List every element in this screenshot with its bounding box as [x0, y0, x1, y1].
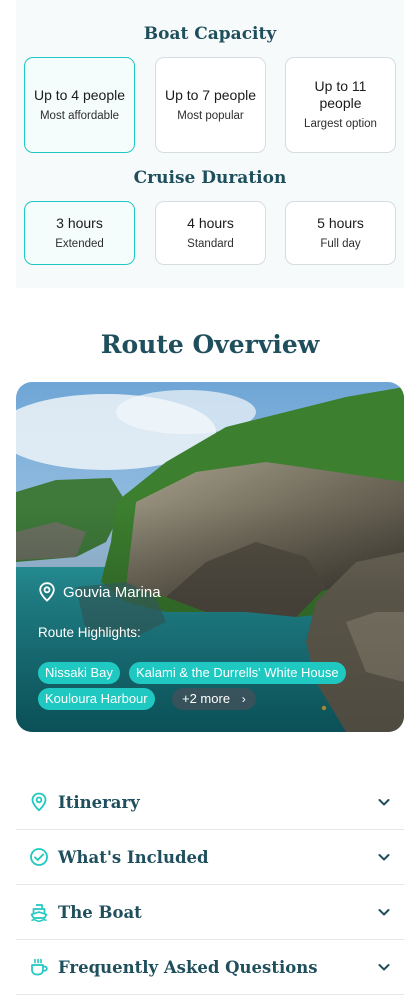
accordion-label: What's Included [58, 847, 209, 867]
accordion-faq[interactable]: Frequently Asked Questions [16, 940, 404, 995]
boat-icon [28, 901, 50, 923]
start-location-label: Gouvia Marina [63, 583, 161, 601]
accordion-itinerary[interactable]: Itinerary [16, 775, 404, 830]
chevron-down-icon [378, 799, 390, 806]
map-pin-icon [39, 582, 55, 602]
capacity-option-sub: Most popular [177, 109, 244, 122]
capacity-option-sub: Most affordable [39, 109, 120, 122]
accordion-whats-included[interactable]: What's Included [16, 830, 404, 885]
capacity-option-sub: Largest option [304, 118, 377, 130]
capacity-option-main: Up to 4 people [33, 86, 126, 103]
highlight-chip-kouloura-harbour[interactable]: Kouloura Harbour [38, 688, 155, 710]
duration-option-sub: Full day [320, 237, 361, 250]
more-highlights-label: +2 more [182, 691, 231, 706]
duration-option-4h[interactable]: 4 hours Standard [155, 201, 266, 265]
duration-option-5h[interactable]: 5 hours Full day [285, 201, 396, 265]
accordion-label: Itinerary [58, 792, 140, 812]
boat-capacity-heading: Boat Capacity [143, 24, 277, 44]
route-highlights-label: Route Highlights: [38, 625, 141, 640]
route-overview-title: Route Overview [100, 330, 320, 359]
duration-option-main: 3 hours [56, 214, 103, 231]
capacity-option-4[interactable]: Up to 4 people Most affordable [24, 57, 135, 153]
capacity-option-7[interactable]: Up to 7 people Most popular [155, 57, 266, 153]
duration-option-sub: Standard [187, 237, 234, 250]
coffee-cup-icon [28, 956, 50, 978]
accordion-label: Frequently Asked Questions [58, 957, 318, 977]
check-circle-icon [28, 846, 50, 868]
chevron-down-icon [378, 964, 390, 971]
chevron-down-icon [378, 909, 390, 916]
highlight-chip-kalami[interactable]: Kalami & the Durrells' White House [129, 662, 346, 684]
more-highlights-button[interactable]: +2 more › [172, 688, 256, 710]
map-pin-icon [28, 791, 50, 813]
highlight-chip-nissaki-bay[interactable]: Nissaki Bay [38, 662, 120, 684]
chevron-right-icon: › [241, 692, 246, 706]
route-hero-image: Gouvia Marina Route Highlights: Nissaki … [16, 382, 404, 732]
accordion-the-boat[interactable]: The Boat [16, 885, 404, 940]
duration-option-3h[interactable]: 3 hours Extended [24, 201, 135, 265]
accordion-label: The Boat [58, 902, 142, 922]
capacity-option-main: Up to 7 people [164, 86, 257, 103]
start-location: Gouvia Marina [38, 582, 161, 602]
duration-option-main: 4 hours [187, 214, 234, 231]
booking-options-panel: Boat Capacity Up to 4 people Most afford… [16, 0, 404, 288]
capacity-option-main: Up to 11 people [314, 78, 367, 111]
duration-option-sub: Extended [55, 237, 104, 250]
cruise-duration-heading: Cruise Duration [133, 168, 287, 188]
chevron-down-icon [378, 854, 390, 861]
capacity-option-11[interactable]: Up to 11 people Largest option [285, 57, 396, 153]
duration-option-main: 5 hours [317, 214, 364, 231]
